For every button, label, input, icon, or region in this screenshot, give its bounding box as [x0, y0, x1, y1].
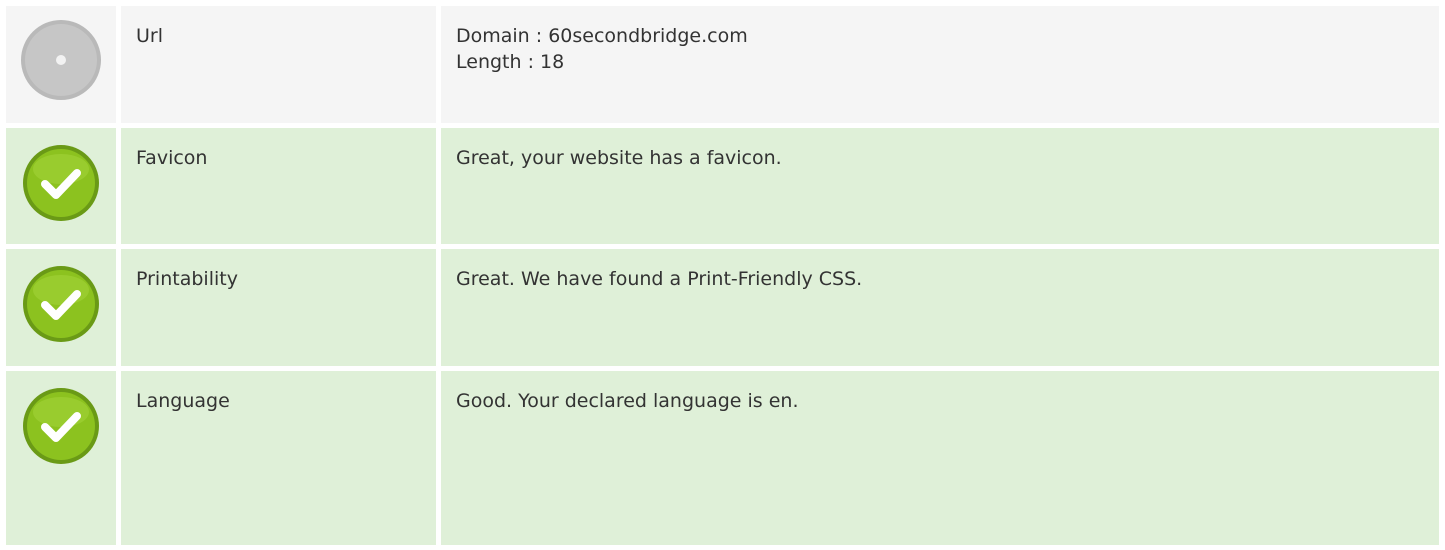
report-row-url: Url Domain : 60secondbridge.com Length :… — [6, 6, 1439, 123]
row-label-cell: Favicon — [121, 128, 436, 244]
row-value-text: Good. Your declared language is en. — [456, 390, 799, 412]
row-label: Favicon — [136, 147, 208, 169]
row-value-cell: Great. We have found a Print-Friendly CS… — [441, 249, 1439, 366]
report-row-language: Language Good. Your declared language is… — [6, 371, 1439, 545]
status-cell — [6, 249, 116, 366]
green-check-icon — [23, 266, 99, 342]
grey-circle-icon — [21, 20, 101, 100]
report-row-printability: Printability Great. We have found a Prin… — [6, 249, 1439, 366]
row-value-text: Great, your website has a favicon. — [456, 147, 782, 169]
row-value-text: Great. We have found a Print-Friendly CS… — [456, 268, 863, 290]
seo-report-table: Url Domain : 60secondbridge.com Length :… — [6, 6, 1439, 550]
url-domain-text: Domain : 60secondbridge.com — [456, 25, 748, 47]
row-label-cell: Language — [121, 371, 436, 545]
status-cell — [6, 371, 116, 545]
status-cell — [6, 6, 116, 123]
row-value-cell: Good. Your declared language is en. — [441, 371, 1439, 545]
row-label-cell: Printability — [121, 249, 436, 366]
row-value-cell: Great, your website has a favicon. — [441, 128, 1439, 244]
row-label: Language — [136, 390, 230, 412]
row-value-cell: Domain : 60secondbridge.com Length : 18 — [441, 6, 1439, 123]
green-check-icon — [23, 388, 99, 464]
report-row-favicon: Favicon Great, your website has a favico… — [6, 128, 1439, 244]
row-label: Url — [136, 25, 163, 47]
green-check-icon — [23, 145, 99, 221]
row-label: Printability — [136, 268, 238, 290]
status-cell — [6, 128, 116, 244]
url-length-text: Length : 18 — [456, 51, 565, 73]
row-label-cell: Url — [121, 6, 436, 123]
